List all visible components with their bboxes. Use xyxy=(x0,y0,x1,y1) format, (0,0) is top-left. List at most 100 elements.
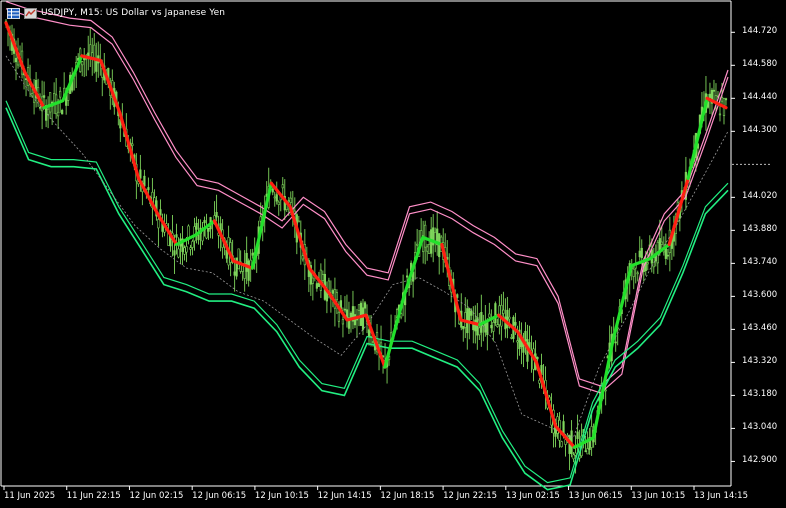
candle-body xyxy=(638,250,641,258)
candle-body xyxy=(38,107,42,109)
price-tick-label: 144.300 xyxy=(742,125,778,136)
candle-body xyxy=(516,340,519,343)
candle-body xyxy=(259,216,262,222)
candle-body xyxy=(604,389,607,392)
candle-body xyxy=(708,93,712,98)
candle-body xyxy=(81,61,84,66)
candle-body xyxy=(514,321,517,326)
candle-body xyxy=(538,379,541,384)
candle-body xyxy=(177,248,180,258)
candle-body xyxy=(470,310,473,316)
price-chart[interactable] xyxy=(0,0,786,508)
candle-body xyxy=(488,313,491,318)
candle-body xyxy=(325,292,328,302)
price-tick-label: 143.740 xyxy=(742,257,778,268)
candle-body xyxy=(189,247,192,250)
candle-body xyxy=(371,341,375,343)
candle-body xyxy=(426,246,429,252)
price-tick-label: 143.180 xyxy=(742,389,778,400)
candle-body xyxy=(59,90,62,98)
chart-grid-icon[interactable] xyxy=(7,7,20,19)
candle-body xyxy=(434,232,437,242)
candle-body xyxy=(237,248,240,270)
candle-body xyxy=(640,247,643,259)
candle-body xyxy=(361,307,365,330)
candle-body xyxy=(586,448,589,455)
candle-body xyxy=(187,225,190,239)
price-tick-label: 143.880 xyxy=(742,224,778,235)
candle-body xyxy=(337,311,341,322)
time-tick-label: 12 Jun 10:15 xyxy=(254,491,309,501)
time-tick-label: 13 Jun 02:15 xyxy=(505,491,560,501)
candle-body xyxy=(416,243,419,246)
candle-body xyxy=(233,271,236,276)
candle-body xyxy=(191,241,194,248)
candle-body xyxy=(95,60,98,72)
candle-body xyxy=(143,175,146,187)
candle-body xyxy=(584,450,587,453)
candle-body xyxy=(359,302,363,326)
candle-body xyxy=(195,222,198,230)
candle-body xyxy=(478,327,481,336)
candle-body xyxy=(30,93,34,97)
time-tick-label: 13 Jun 06:15 xyxy=(568,491,623,501)
candle-body xyxy=(315,283,318,289)
candle-body xyxy=(47,108,50,115)
candle-body xyxy=(474,319,477,332)
candle-body xyxy=(49,92,52,113)
candle-body xyxy=(57,111,60,117)
candle-body xyxy=(203,220,206,224)
candle-body xyxy=(247,260,250,281)
time-tick-label: 12 Jun 22:15 xyxy=(443,491,498,501)
time-tick-label: 13 Jun 14:15 xyxy=(694,491,748,501)
candle-body xyxy=(660,241,663,245)
candle-body xyxy=(508,316,511,320)
chart-title: USDJPY, M15: US Dollar vs Japanese Yen xyxy=(41,8,226,18)
time-tick-label: 12 Jun 14:15 xyxy=(317,491,372,501)
candle-body xyxy=(275,194,278,202)
candle-body xyxy=(251,252,254,256)
candle-body xyxy=(572,454,575,460)
candle-body xyxy=(614,341,617,344)
candle-body xyxy=(131,143,134,146)
candle-body xyxy=(157,219,160,229)
candle-body xyxy=(331,290,335,294)
candle-body xyxy=(173,250,176,256)
price-tick-label: 143.040 xyxy=(742,422,778,433)
time-tick-label: 12 Jun 06:15 xyxy=(192,491,247,501)
candle-body xyxy=(462,326,465,330)
candle-body xyxy=(492,322,495,332)
chart-area[interactable]: USDJPY, M15: US Dollar vs Japanese Yen 1… xyxy=(0,0,786,508)
candle-body xyxy=(273,196,276,199)
candle-body xyxy=(297,220,300,223)
candle-body xyxy=(724,98,728,101)
candle-body xyxy=(646,262,649,265)
candle-body xyxy=(428,244,431,254)
time-tick-label: 12 Jun 02:15 xyxy=(129,491,184,501)
candle-body xyxy=(560,441,563,448)
candle-body xyxy=(718,113,722,116)
candle-body xyxy=(301,255,304,260)
candle-body xyxy=(271,188,274,193)
candle-body xyxy=(712,89,716,92)
time-tick-label: 11 Jun 2025 xyxy=(4,491,56,501)
price-tick-label: 143.460 xyxy=(742,323,778,334)
candle-body xyxy=(341,319,345,325)
one-click-trading-icon[interactable] xyxy=(24,7,37,19)
time-tick-label: 11 Jun 22:15 xyxy=(66,491,121,501)
candle-body xyxy=(510,337,513,339)
candle-body xyxy=(576,431,579,440)
candle-body xyxy=(83,57,86,61)
candle-body xyxy=(245,252,248,272)
candle-body xyxy=(363,302,367,309)
price-tick-label: 143.600 xyxy=(742,290,778,301)
candle-body xyxy=(496,324,499,327)
candle-body xyxy=(185,246,188,253)
candle-body xyxy=(287,200,290,202)
candle-body xyxy=(490,324,493,329)
price-tick-label: 142.900 xyxy=(742,455,778,466)
price-tick-label: 143.320 xyxy=(742,356,778,367)
candle-body xyxy=(524,330,527,342)
candle-body xyxy=(424,224,427,248)
candle-body xyxy=(357,304,361,311)
